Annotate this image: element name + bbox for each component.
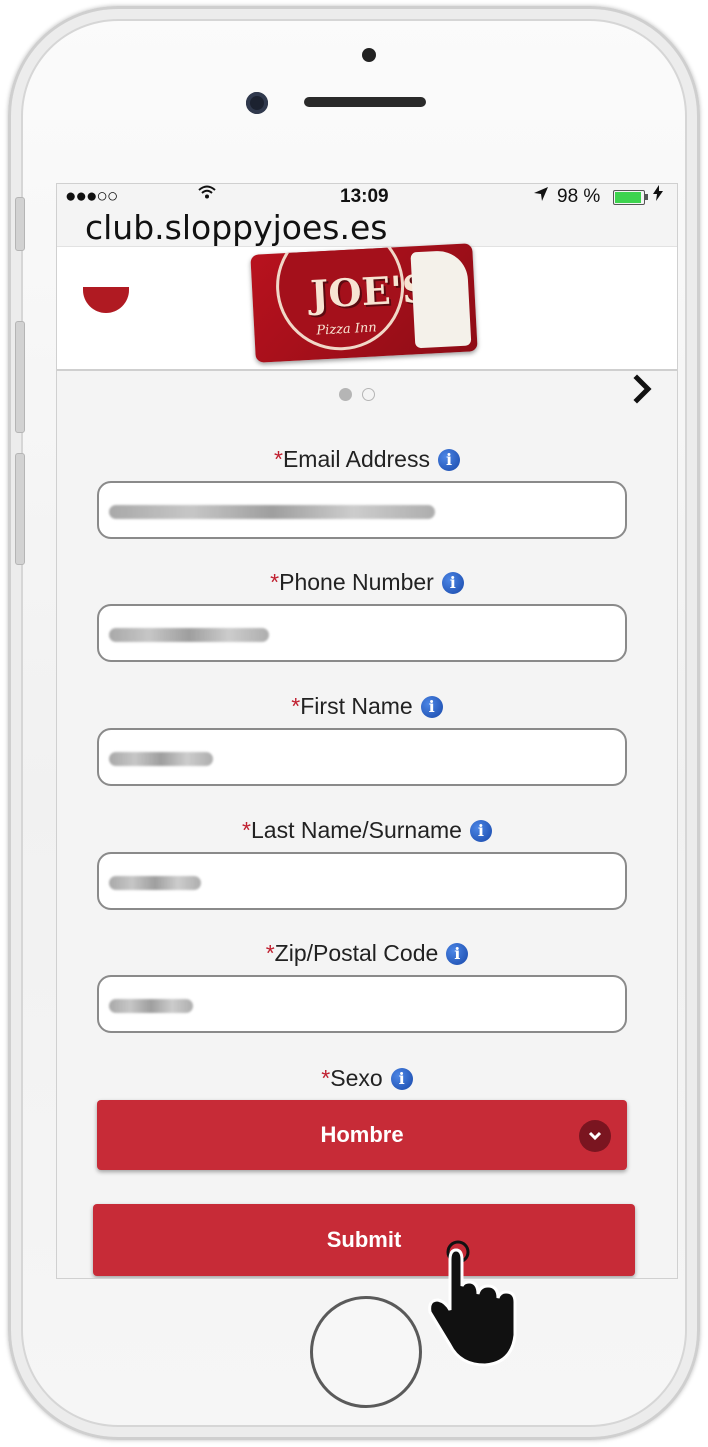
redacted-value: [109, 999, 193, 1013]
info-icon[interactable]: i: [469, 820, 492, 842]
first-name-label-text: First Name: [300, 693, 413, 719]
brand-header: JOE'S Pizza Inn: [57, 243, 677, 371]
volume-up-button: [15, 321, 25, 433]
carousel-dot[interactable]: [362, 388, 375, 401]
phone-screen: ●●●○○ 13:09 98 % club.sloppyjoes.es JOE'…: [56, 183, 678, 1279]
phone-label: *Phone Number i: [57, 569, 677, 596]
required-marker: *: [270, 569, 280, 595]
wifi-icon: [197, 184, 217, 205]
location-arrow-icon: [533, 186, 549, 208]
sexo-selected-value: Hombre: [320, 1122, 404, 1147]
email-label-text: Email Address: [282, 446, 430, 472]
zip-label-text: Zip/Postal Code: [274, 940, 439, 966]
url-overlay: club.sloppyjoes.es: [85, 208, 388, 247]
last-name-label-text: Last Name/Surname: [251, 817, 462, 843]
required-marker: *: [291, 693, 301, 719]
signal-strength: ●●●○○: [65, 186, 118, 207]
redacted-value: [109, 628, 269, 642]
required-marker: *: [274, 446, 283, 472]
carousel-dots: [339, 388, 385, 406]
sexo-label: *Sexo i: [57, 1065, 677, 1092]
sexo-label-text: Sexo: [330, 1065, 383, 1091]
submit-button[interactable]: Submit: [93, 1204, 635, 1276]
brand-logo: JOE'S Pizza Inn: [250, 243, 478, 363]
battery-tip: [645, 194, 648, 200]
required-marker: *: [265, 940, 275, 966]
sexo-select[interactable]: Hombre: [97, 1100, 627, 1170]
email-field[interactable]: [97, 481, 627, 539]
redacted-value: [109, 752, 213, 766]
last-name-field[interactable]: [97, 852, 627, 910]
menu-badge[interactable]: [83, 287, 129, 313]
phone-label-text: Phone Number: [279, 569, 434, 595]
mute-switch: [15, 197, 25, 251]
required-marker: *: [242, 817, 251, 843]
required-marker: *: [321, 1065, 331, 1091]
home-button[interactable]: [310, 1296, 422, 1408]
chevron-right-icon[interactable]: [629, 374, 657, 408]
zip-field[interactable]: [97, 975, 627, 1033]
redacted-value: [109, 505, 435, 519]
status-time: 13:09: [340, 186, 389, 207]
front-camera: [246, 92, 268, 114]
logo-subtitle: Pizza Inn: [316, 320, 378, 339]
info-icon[interactable]: i: [446, 943, 469, 965]
first-name-field[interactable]: [97, 728, 627, 786]
earpiece-speaker: [304, 97, 426, 107]
battery-icon: [613, 190, 645, 205]
bolt-icon: [653, 185, 663, 206]
proximity-sensor: [362, 48, 376, 62]
email-label: *Email Address i: [57, 446, 677, 473]
hand-pointer-icon: [420, 1230, 530, 1370]
chevron-down-icon[interactable]: [579, 1120, 611, 1152]
info-icon[interactable]: i: [437, 449, 460, 471]
logo-mascot: [410, 249, 472, 349]
first-name-label: *First Name i: [57, 693, 677, 720]
battery-percent: 98 %: [557, 186, 601, 207]
phone-field[interactable]: [97, 604, 627, 662]
info-icon[interactable]: i: [420, 696, 443, 718]
info-icon[interactable]: i: [390, 1068, 413, 1090]
carousel-dot-active[interactable]: [339, 388, 352, 401]
redacted-value: [109, 876, 201, 890]
info-icon[interactable]: i: [441, 572, 464, 594]
last-name-label: *Last Name/Surname i: [57, 817, 677, 844]
zip-label: *Zip/Postal Code i: [57, 940, 677, 967]
volume-down-button: [15, 453, 25, 565]
